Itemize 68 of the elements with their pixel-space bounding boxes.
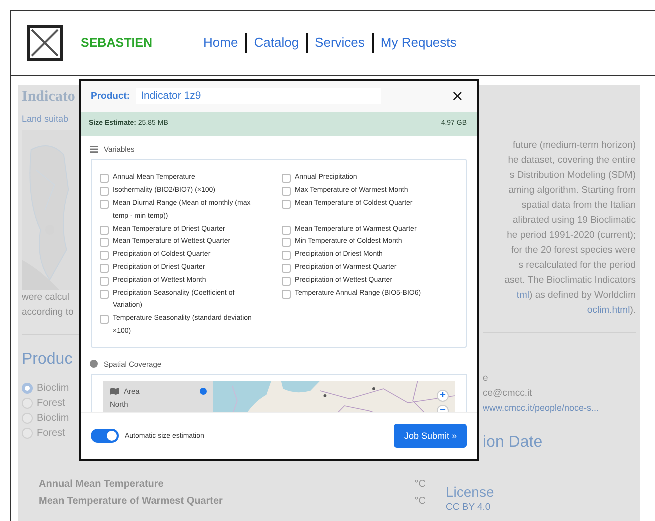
checkbox[interactable] [282, 226, 291, 235]
radio-button[interactable] [22, 383, 33, 394]
product-name: Indicator 1z9 [136, 88, 382, 104]
radio-label: Forest [37, 428, 66, 439]
checkbox[interactable] [100, 290, 109, 299]
nav-link[interactable]: Catalog [245, 33, 306, 53]
page-title: Indicato [22, 89, 76, 106]
checkbox[interactable] [100, 200, 109, 209]
section-heading: Produc [22, 351, 74, 369]
variable-name: Annual Mean Temperature [39, 479, 164, 490]
contact-text: e [483, 372, 490, 386]
checkbox[interactable] [100, 187, 109, 196]
checkbox[interactable] [282, 200, 291, 209]
brand-name: SEBASTIEN [81, 36, 153, 50]
close-button[interactable]: × [448, 87, 467, 106]
license-text: CC BY 4.0 [446, 501, 492, 515]
checkbox[interactable] [282, 264, 291, 273]
radio-label: Forest [37, 398, 66, 409]
nav-link[interactable]: Home [196, 33, 246, 53]
checkbox[interactable] [100, 315, 109, 324]
page-subtitle: Land suitab [22, 114, 70, 124]
radio-label: Bioclim [37, 413, 70, 424]
radio-button[interactable] [200, 388, 207, 395]
description-text: he period 1991-2020 (current); [507, 229, 636, 243]
description-text: he dataset, covering the entire [508, 154, 636, 168]
description-text: according to [22, 306, 75, 320]
description-text: were calcul [22, 291, 71, 305]
globe-icon [90, 360, 98, 368]
list-icon [90, 146, 98, 154]
contact-text: ce@cmcc.it [483, 387, 534, 401]
checkbox[interactable] [100, 276, 109, 286]
checkbox[interactable] [100, 226, 109, 235]
nav-link[interactable]: My Requests [372, 33, 464, 53]
section-heading: License [446, 484, 494, 500]
description-text: aset. The Bioclimatic Indicators [504, 274, 636, 288]
contact-link[interactable]: www.cmcc.it/people/noce-s... [483, 401, 636, 416]
checkbox[interactable] [282, 251, 291, 260]
checkbox[interactable] [282, 238, 291, 248]
logo-placeholder-icon [27, 25, 63, 61]
checkbox[interactable] [100, 264, 109, 273]
checkbox[interactable] [100, 174, 109, 184]
description-text: ). [630, 304, 636, 318]
variable-unit: °C [414, 496, 426, 507]
description-text: ) as defined by Worldclim [530, 289, 636, 303]
checkbox[interactable] [282, 187, 291, 196]
description-text: for the 20 forest species were [511, 244, 636, 258]
checkbox[interactable] [100, 238, 109, 248]
checkbox[interactable] [282, 290, 291, 299]
description-text: spatial data from the Italian [522, 199, 636, 213]
product-label: Product: [91, 90, 130, 102]
description-text: aming algorithm. Starting from [508, 184, 636, 198]
description-text: s Distribution Modeling (SDM) [510, 169, 636, 183]
description-link[interactable]: oclim.html [587, 303, 630, 318]
job-submit-button[interactable]: Job Submit » [394, 424, 467, 448]
variable-unit: °C [414, 479, 426, 490]
description-text: alibrated using 19 Bioclimatic [512, 214, 636, 228]
description-link[interactable]: tml [516, 288, 530, 303]
radio-label: Bioclim [37, 383, 70, 394]
variable-name: Mean Temperature of Warmest Quarter [39, 496, 223, 507]
section-heading: ion Date [483, 434, 544, 452]
map-icon [110, 388, 119, 395]
checkbox[interactable] [100, 251, 109, 260]
checkbox[interactable] [282, 174, 291, 184]
checkbox[interactable] [282, 276, 291, 286]
nav-link[interactable]: Services [306, 33, 372, 53]
description-text: s recalculated for the period [518, 259, 636, 273]
description-text: future (medium-term horizon) [512, 139, 636, 153]
toggle-switch[interactable] [91, 429, 119, 444]
